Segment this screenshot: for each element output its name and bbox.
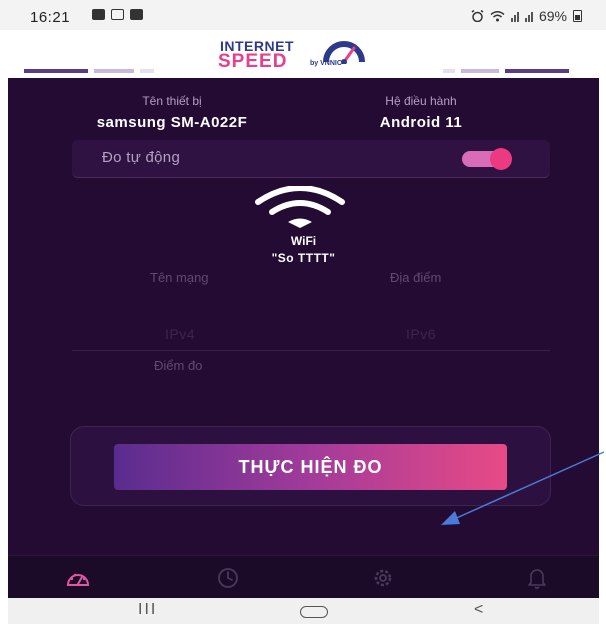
back-button[interactable]: < bbox=[474, 601, 483, 619]
wifi-icon bbox=[255, 186, 345, 228]
settings-gear-icon bbox=[374, 569, 392, 587]
os-block: Hệ điều hành Android 11 bbox=[356, 94, 486, 131]
nav-notifications[interactable] bbox=[523, 565, 551, 591]
network-name-label: Tên mạng bbox=[150, 270, 209, 285]
header-decoration-left bbox=[24, 69, 154, 73]
auto-measure-label: Đo tự động bbox=[102, 149, 181, 166]
status-time: 16:21 bbox=[30, 9, 71, 26]
speedometer-icon bbox=[66, 573, 90, 586]
app-header: INTERNET SPEED by VNNIC bbox=[8, 30, 599, 78]
speedometer-logo-icon bbox=[323, 41, 365, 64]
bottom-navigation bbox=[8, 555, 599, 598]
ipv6-label: IPv6 bbox=[406, 326, 437, 342]
divider bbox=[72, 350, 550, 351]
battery-icon bbox=[573, 10, 582, 22]
system-navigation-bar: III < bbox=[8, 598, 599, 624]
nav-settings[interactable] bbox=[369, 565, 397, 591]
history-clock-icon bbox=[218, 568, 238, 588]
toggle-knob bbox=[490, 148, 512, 170]
start-measure-button[interactable]: THỰC HIỆN ĐO bbox=[114, 444, 507, 490]
header-decoration-right bbox=[443, 69, 569, 73]
device-name-value: samsung SM-A022F bbox=[96, 114, 248, 131]
home-button[interactable] bbox=[300, 606, 328, 618]
status-bar: 16:21 69% bbox=[0, 0, 606, 30]
notification-icons bbox=[92, 9, 143, 20]
alarm-icon bbox=[471, 10, 484, 22]
device-name-block: Tên thiết bị samsung SM-A022F bbox=[82, 94, 262, 131]
recent-apps-button[interactable]: III bbox=[138, 601, 157, 619]
os-label: Hệ điều hành bbox=[385, 94, 457, 108]
wifi-status-icon bbox=[490, 11, 505, 22]
main-panel: Tên thiết bị samsung SM-A022F Hệ điều hà… bbox=[8, 78, 599, 598]
gallery-notification-icon bbox=[111, 9, 124, 20]
connection-type: WiFi bbox=[290, 234, 317, 248]
logo-line-speed: SPEED bbox=[218, 51, 288, 72]
nav-history[interactable] bbox=[214, 565, 242, 591]
nav-speed-test[interactable] bbox=[64, 565, 92, 591]
signal-strength-icon bbox=[510, 11, 519, 22]
signal-strength-icon-2 bbox=[524, 11, 533, 22]
battery-percent: 69% bbox=[538, 8, 567, 24]
device-name-label: Tên thiết bị bbox=[142, 94, 202, 108]
facebook-notification-icon bbox=[92, 9, 105, 20]
measure-point-label: Điểm đo bbox=[154, 358, 203, 373]
internet-speed-logo: INTERNET SPEED by VNNIC bbox=[214, 34, 414, 72]
os-value: Android 11 bbox=[379, 114, 463, 131]
location-label: Địa điểm bbox=[390, 270, 442, 285]
status-system-icons: 69% bbox=[471, 8, 582, 24]
action-panel: THỰC HIỆN ĐO bbox=[70, 426, 551, 506]
ipv4-label: IPv4 bbox=[165, 326, 196, 342]
network-name-value: "So TTTT" bbox=[271, 251, 336, 265]
youtube-notification-icon bbox=[130, 9, 143, 20]
auto-measure-row: Đo tự động bbox=[72, 140, 550, 178]
notification-bell-icon bbox=[528, 569, 546, 589]
auto-measure-toggle[interactable] bbox=[462, 148, 512, 170]
